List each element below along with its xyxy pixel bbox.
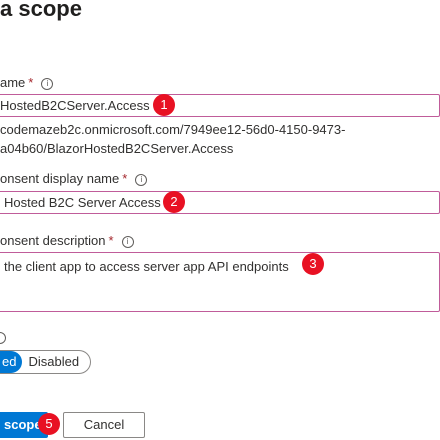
- callout-badge-3: 3: [302, 253, 324, 275]
- state-toggle[interactable]: ed Disabled: [0, 350, 91, 374]
- info-icon[interactable]: [0, 332, 6, 344]
- callout-badge-5: 5: [38, 413, 60, 435]
- consent-description-textarea[interactable]: the client app to access server app API …: [0, 252, 440, 312]
- callout-badge-2: 2: [163, 191, 185, 213]
- info-icon[interactable]: i: [121, 236, 134, 248]
- consent-display-name-label-text: onsent display name: [0, 171, 120, 186]
- consent-description-value: the client app to access server app API …: [4, 259, 289, 274]
- info-icon[interactable]: i: [135, 174, 148, 186]
- info-icon[interactable]: i: [41, 78, 54, 90]
- scope-uri-line-1: codemazeb2c.onmicrosoft.com/7949ee12-56d…: [0, 122, 346, 137]
- consent-display-name-value: Hosted B2C Server Access: [4, 195, 161, 210]
- scope-name-label-text: ame: [0, 75, 26, 90]
- consent-display-name-input[interactable]: Hosted B2C Server Access: [0, 191, 440, 214]
- consent-description-label: onsent description * i: [0, 233, 134, 248]
- scope-name-value: HostedB2CServer.Access: [0, 98, 150, 113]
- consent-display-name-label: onsent display name * i: [0, 171, 148, 186]
- consent-description-label-text: onsent description: [0, 233, 106, 248]
- required-mark: *: [28, 75, 34, 90]
- scope-uri-line-2: a04b60/BlazorHostedB2CServer.Access: [0, 141, 234, 156]
- state-enabled-option[interactable]: ed: [0, 351, 23, 373]
- required-mark: *: [108, 233, 114, 248]
- cancel-button[interactable]: Cancel: [63, 412, 145, 438]
- callout-badge-1: 1: [153, 94, 175, 116]
- required-mark: *: [122, 171, 128, 186]
- state-disabled-option[interactable]: Disabled: [22, 351, 89, 373]
- page-title: a scope: [0, 0, 82, 21]
- scope-name-input[interactable]: HostedB2CServer.Access: [0, 94, 440, 117]
- scope-name-label: ame * i: [0, 75, 54, 90]
